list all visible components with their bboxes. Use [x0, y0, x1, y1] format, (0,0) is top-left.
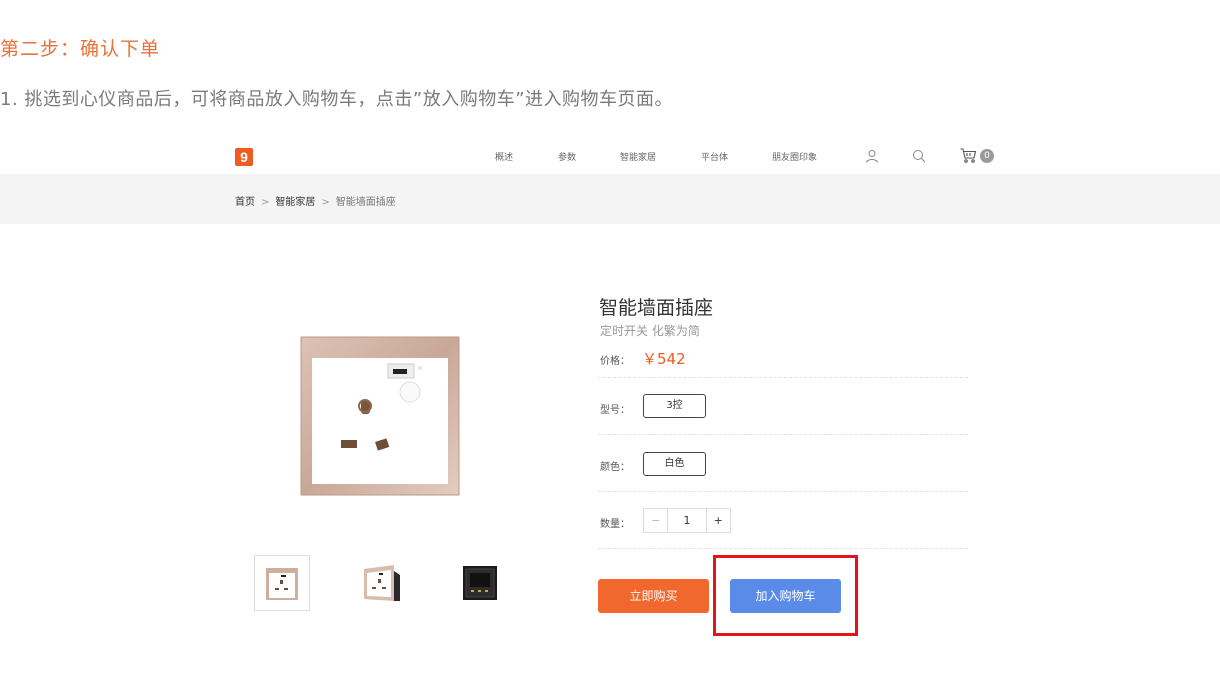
thumbnail-angle[interactable] [354, 555, 410, 611]
model-option-button[interactable]: 3控 [643, 394, 706, 418]
nav-smart-home[interactable]: 智能家居 [620, 150, 656, 163]
quantity-stepper: − 1 + [643, 508, 731, 533]
site-header: 9 概述 参数 智能家居 平台体 朋友圈印象 0 [0, 140, 1220, 174]
product-title: 智能墙面插座 [599, 297, 714, 319]
product-price: ￥542 [642, 350, 686, 368]
nav-moments[interactable]: 朋友圈印象 [772, 150, 817, 163]
step-title: 第二步：确认下单 [0, 38, 161, 60]
search-icon[interactable] [912, 148, 928, 164]
divider [598, 434, 968, 435]
breadcrumb-current: 智能墙面插座 [335, 197, 396, 208]
price-label: 价格： [600, 356, 630, 367]
color-option-button[interactable]: 白色 [643, 452, 706, 476]
product-main-image [300, 336, 460, 496]
breadcrumb-home[interactable]: 首页 [235, 197, 255, 208]
breadcrumb-category[interactable]: 智能家居 [275, 197, 315, 208]
user-icon[interactable] [865, 148, 881, 164]
thumbnail-front[interactable] [254, 555, 310, 611]
color-label: 颜色： [600, 462, 630, 473]
quantity-decrease-button[interactable]: − [644, 509, 669, 532]
breadcrumb-band: 首页 > 智能家居 > 智能墙面插座 [0, 174, 1220, 224]
nav-platform[interactable]: 平台体 [701, 150, 728, 163]
buy-now-button[interactable]: 立即购买 [598, 579, 709, 613]
cart-icon[interactable] [960, 148, 977, 164]
breadcrumb-separator: > [261, 197, 270, 208]
nav-overview[interactable]: 概述 [495, 150, 513, 163]
breadcrumb-separator: > [321, 197, 330, 208]
quantity-value[interactable]: 1 [668, 509, 705, 532]
quantity-label: 数量： [600, 519, 630, 530]
brand-logo[interactable]: 9 [235, 148, 253, 166]
quantity-increase-button[interactable]: + [705, 509, 730, 532]
breadcrumb: 首页 > 智能家居 > 智能墙面插座 [235, 193, 396, 208]
divider [598, 377, 968, 378]
model-label: 型号： [600, 405, 630, 416]
divider [598, 491, 968, 492]
cart-count-badge: 0 [980, 149, 994, 163]
step-description: 1. 挑选到心仪商品后，可将商品放入购物车，点击”放入购物车”进入购物车页面。 [0, 89, 674, 110]
nav-specs[interactable]: 参数 [558, 150, 576, 163]
thumbnail-back[interactable] [453, 555, 509, 611]
highlight-box [713, 555, 858, 636]
divider [598, 548, 968, 549]
product-subtitle: 定时开关 化繁为简 [600, 324, 700, 338]
